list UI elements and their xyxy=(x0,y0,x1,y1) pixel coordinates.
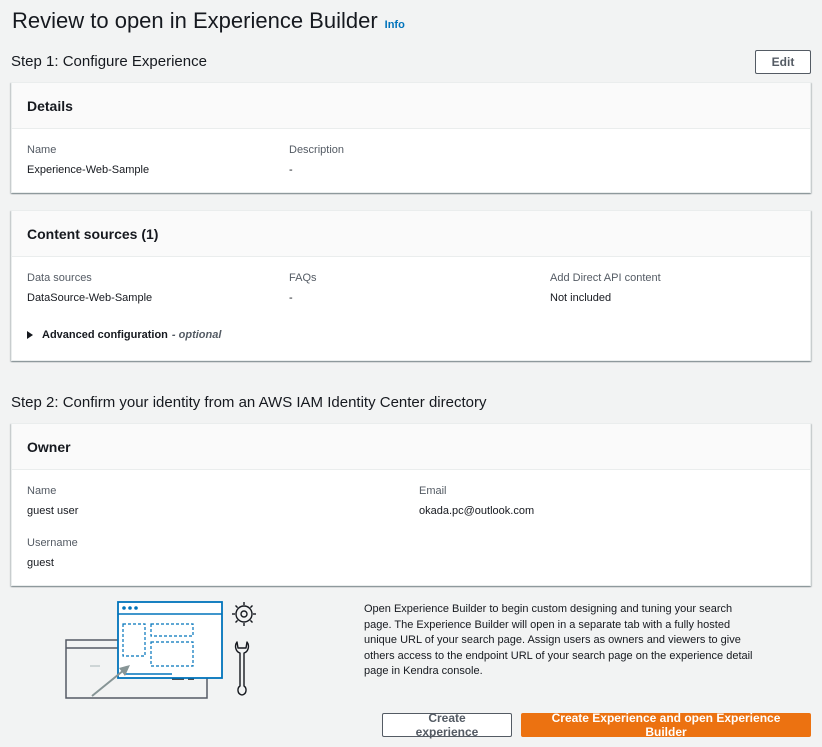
owner-name-field: Name guest user xyxy=(27,485,78,517)
edit-button[interactable]: Edit xyxy=(755,50,811,74)
direct-api-label: Add Direct API content xyxy=(550,272,661,284)
faqs-field: FAQs - xyxy=(289,272,317,304)
data-sources-value: DataSource-Web-Sample xyxy=(27,292,153,304)
step2-title: Step 2: Confirm your identity from an AW… xyxy=(11,394,487,411)
caret-right-icon xyxy=(27,331,33,339)
data-sources-label: Data sources xyxy=(27,272,92,284)
name-field: Name Experience-Web-Sample xyxy=(27,144,149,176)
description-value: - xyxy=(289,164,293,176)
owner-header: Owner xyxy=(12,424,810,470)
description-label: Description xyxy=(289,144,345,156)
content-sources-panel: Content sources (1) Data sources DataSou… xyxy=(11,210,811,361)
owner-username-field: Username guest xyxy=(27,537,78,569)
info-link[interactable]: Info xyxy=(385,19,405,31)
create-experience-button[interactable]: Create experience xyxy=(382,711,512,739)
page-title: Review to open in Experience Builder xyxy=(12,8,378,33)
owner-username-value: guest xyxy=(27,557,54,569)
faqs-label: FAQs xyxy=(289,272,317,284)
direct-api-value: Not included xyxy=(550,292,612,304)
review-page: Review to open in Experience Builder Inf… xyxy=(0,0,822,747)
name-value: Experience-Web-Sample xyxy=(27,164,150,176)
owner-panel: Owner Name guest user Email okada.pc@out… xyxy=(11,423,811,586)
wrench-icon xyxy=(234,641,250,696)
content-sources-header: Content sources (1) xyxy=(12,211,810,257)
description-field: Description - xyxy=(289,144,344,176)
owner-heading: Owner xyxy=(27,438,71,455)
content-sources-heading: Content sources (1) xyxy=(27,225,159,242)
details-header: Details xyxy=(12,83,810,129)
owner-email-label: Email xyxy=(419,485,447,497)
page-header: Review to open in Experience Builder Inf… xyxy=(12,8,405,34)
advanced-configuration-label: Advanced configuration xyxy=(42,329,168,341)
footer-description: Open Experience Builder to begin custom … xyxy=(364,603,753,677)
create-and-open-button[interactable]: Create Experience and open Experience Bu… xyxy=(521,711,811,739)
details-heading: Details xyxy=(27,97,73,114)
owner-email-field: Email okada.pc@outlook.com xyxy=(419,485,534,517)
owner-name-value: guest user xyxy=(27,505,79,517)
gear-icon xyxy=(232,602,256,626)
data-sources-field: Data sources DataSource-Web-Sample xyxy=(27,272,152,304)
owner-email-value: okada.pc@outlook.com xyxy=(419,505,535,517)
step1-title: Step 1: Configure Experience xyxy=(11,53,207,70)
faqs-value: - xyxy=(289,292,293,304)
advanced-configuration-optional: - optional xyxy=(171,329,222,341)
experience-builder-illustration xyxy=(65,601,256,699)
name-label: Name xyxy=(27,144,57,156)
owner-name-label: Name xyxy=(27,485,57,497)
advanced-configuration-expander[interactable]: Advanced configuration - optional xyxy=(27,329,221,341)
direct-api-field: Add Direct API content Not included xyxy=(550,272,661,304)
owner-username-label: Username xyxy=(27,537,78,549)
details-panel: Details Name Experience-Web-Sample Descr… xyxy=(11,82,811,193)
